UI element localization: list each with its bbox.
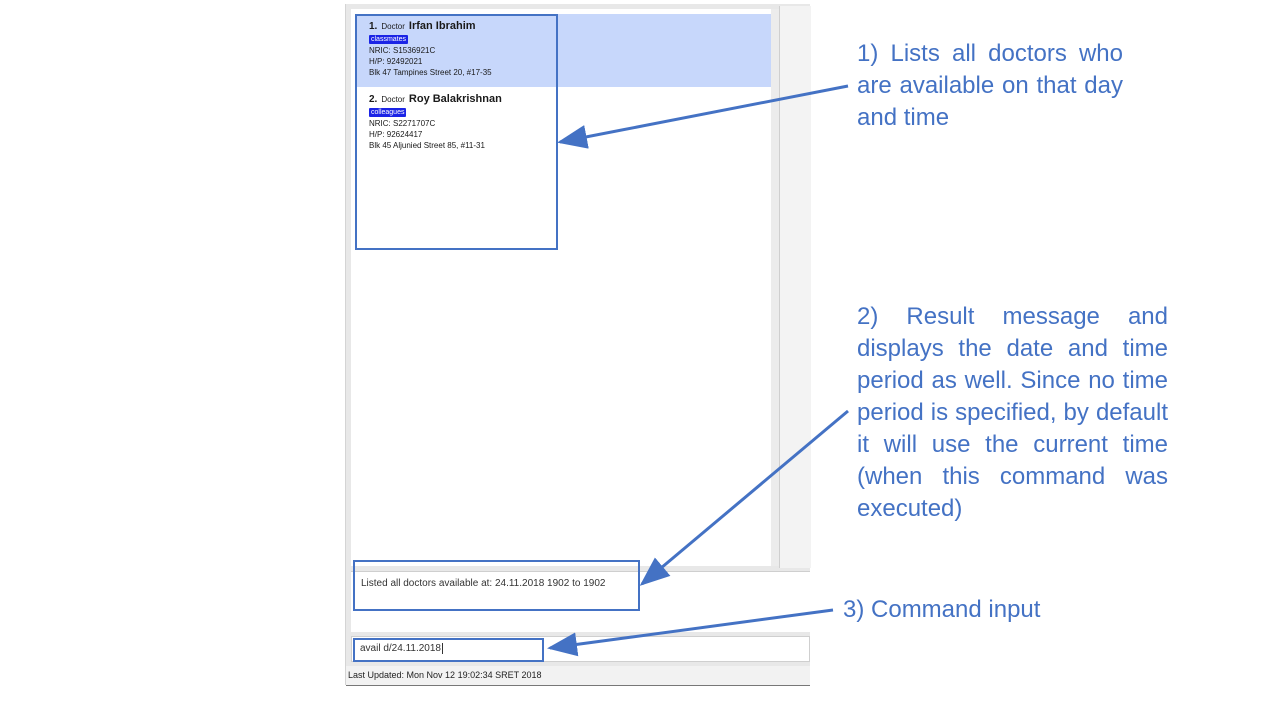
arrow-to-list xyxy=(557,84,849,149)
callout-command-input: 3) Command input xyxy=(843,596,1041,623)
callout-result-message: 2) Result message and displays the date … xyxy=(857,303,1168,522)
arrow-to-command xyxy=(547,608,834,657)
arrow-to-result xyxy=(639,409,849,586)
callout-doctors-list: 1) Lists all doctors who are available o… xyxy=(857,40,1123,131)
